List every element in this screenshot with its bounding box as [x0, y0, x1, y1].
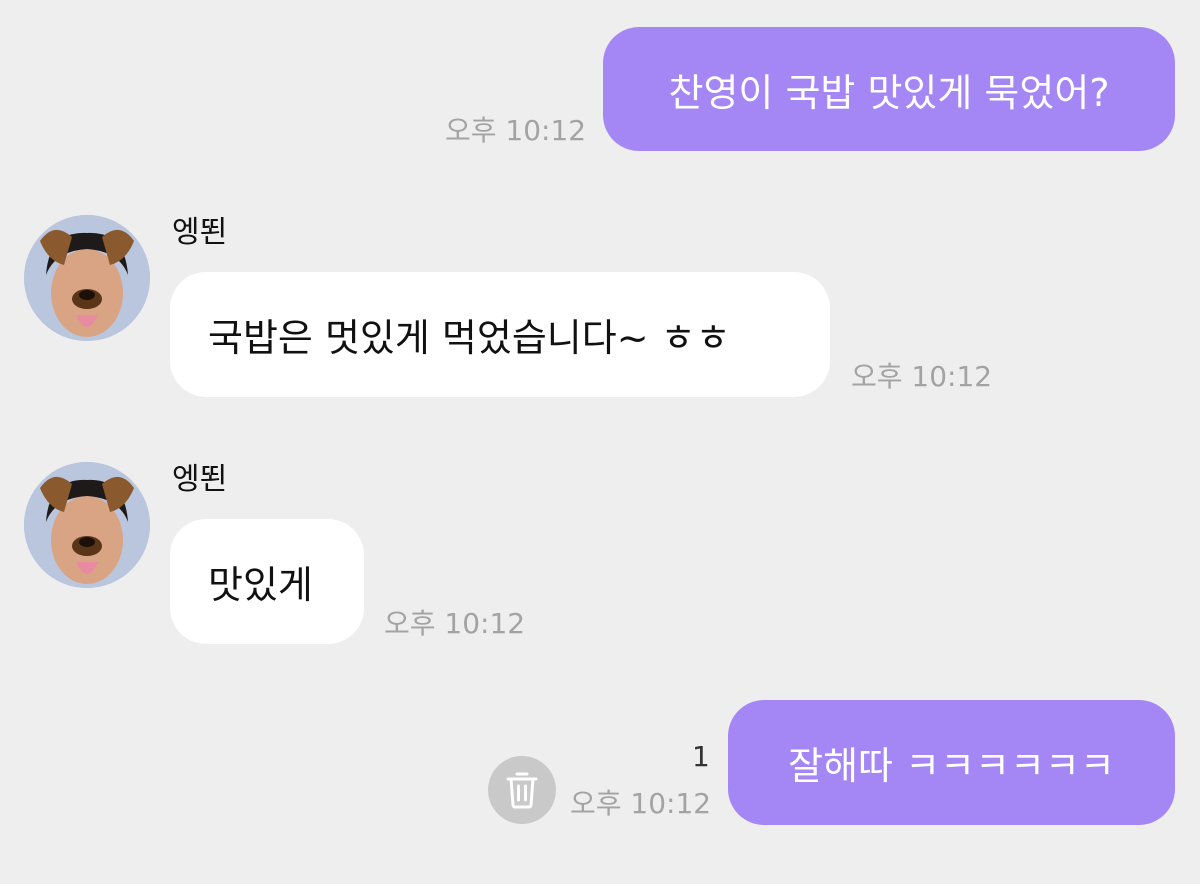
- message-2-sender-name: 엥뙨: [172, 215, 228, 250]
- avatar-photo: [24, 462, 150, 588]
- delete-button[interactable]: [488, 756, 556, 824]
- message-2-bubble[interactable]: 국밥은 멋있게 먹었습니다~ ㅎㅎ: [170, 272, 830, 397]
- message-2-text: 국밥은 멋있게 먹었습니다~ ㅎㅎ: [208, 316, 731, 360]
- message-3-bubble[interactable]: 맛있게: [170, 519, 364, 644]
- message-3-sender-name: 엥뙨: [172, 462, 228, 497]
- trash-icon: [506, 772, 538, 809]
- sender-avatar[interactable]: [24, 462, 150, 588]
- message-2-timestamp: 오후 10:12: [851, 360, 993, 393]
- sender-avatar[interactable]: [24, 215, 150, 341]
- message-4-bubble[interactable]: 잘해따 ㅋㅋㅋㅋㅋㅋ: [728, 700, 1175, 825]
- message-1-timestamp: 오후 10:12: [445, 114, 587, 147]
- avatar-photo: [24, 215, 150, 341]
- message-1-bubble[interactable]: 찬영이 국밥 맛있게 묵었어?: [603, 27, 1175, 151]
- unread-count: 1: [692, 740, 710, 773]
- message-3-text: 맛있게: [208, 563, 313, 607]
- message-4-text: 잘해따 ㅋㅋㅋㅋㅋㅋ: [788, 744, 1115, 788]
- message-3-timestamp: 오후 10:12: [384, 607, 526, 640]
- message-1-text: 찬영이 국밥 맛있게 묵었어?: [668, 70, 1110, 115]
- message-4-timestamp: 오후 10:12: [570, 787, 712, 820]
